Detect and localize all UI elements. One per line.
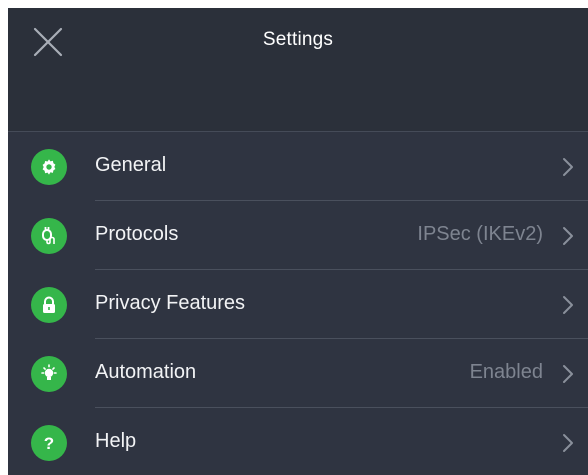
settings-screen: Settings General Protocols IPSec (IKEv2)… bbox=[8, 8, 588, 475]
settings-item-automation[interactable]: Automation Enabled bbox=[8, 339, 588, 408]
svg-text:?: ? bbox=[44, 434, 54, 453]
chevron-right-icon bbox=[563, 158, 573, 176]
settings-item-help[interactable]: ? Help bbox=[8, 408, 588, 475]
settings-item-value: Enabled bbox=[469, 361, 543, 383]
settings-item-general[interactable]: General bbox=[8, 132, 588, 201]
header-bar: Settings bbox=[8, 8, 588, 132]
chevron-right-icon bbox=[563, 296, 573, 314]
question-icon: ? bbox=[31, 425, 67, 461]
protocol-plug-icon bbox=[31, 218, 67, 254]
settings-item-label: Privacy Features bbox=[95, 292, 246, 314]
settings-item-label: Protocols bbox=[95, 223, 179, 245]
settings-item-privacy-features[interactable]: Privacy Features bbox=[8, 270, 588, 339]
settings-item-label: General bbox=[95, 154, 167, 176]
gear-icon bbox=[31, 149, 67, 185]
chevron-right-icon bbox=[563, 365, 573, 383]
settings-item-label: Automation bbox=[95, 361, 197, 383]
settings-item-value: IPSec (IKEv2) bbox=[417, 223, 543, 245]
lightbulb-icon bbox=[31, 356, 67, 392]
chevron-right-icon bbox=[563, 227, 573, 245]
settings-list: General Protocols IPSec (IKEv2) Privacy … bbox=[8, 132, 588, 475]
settings-item-label: Help bbox=[95, 430, 137, 452]
settings-item-protocols[interactable]: Protocols IPSec (IKEv2) bbox=[8, 201, 588, 270]
chevron-right-icon bbox=[563, 434, 573, 452]
lock-icon bbox=[31, 287, 67, 323]
page-title: Settings bbox=[262, 29, 334, 50]
